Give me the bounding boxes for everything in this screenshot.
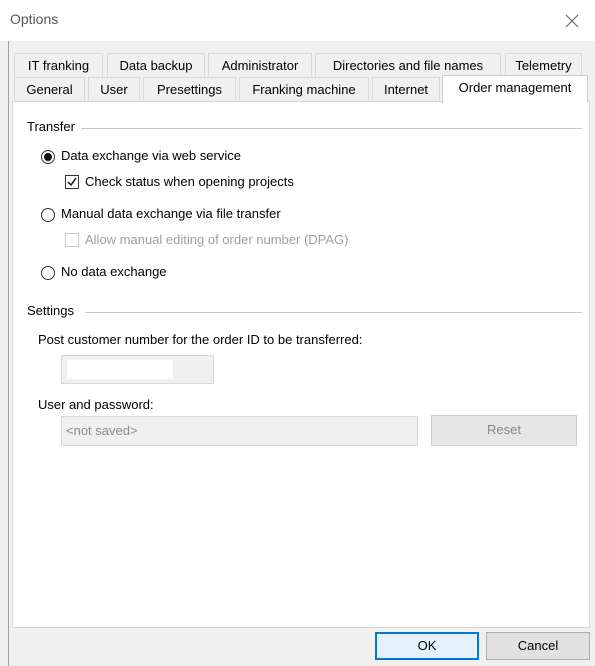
tab-label: Order management <box>458 80 572 95</box>
tab-label: Franking machine <box>252 82 356 97</box>
cancel-button[interactable]: Cancel <box>486 632 590 660</box>
transfer-group-label: Transfer <box>27 119 79 134</box>
check-status-label[interactable]: Check status when opening projects <box>85 174 294 189</box>
post-customer-number-value <box>67 360 173 379</box>
tab-order-management[interactable]: Order management <box>442 75 588 103</box>
tab-label: Presettings <box>156 82 223 97</box>
checkmark-icon <box>67 177 77 187</box>
reset-button[interactable]: Reset <box>431 415 577 446</box>
check-status-checkbox[interactable] <box>65 175 79 189</box>
ok-button[interactable]: OK <box>375 632 479 660</box>
tab-user[interactable]: User <box>88 77 140 101</box>
radio-selected-dot <box>44 153 52 161</box>
tab-directories[interactable]: Directories and file names <box>315 53 501 77</box>
tab-label: IT franking <box>27 58 90 73</box>
post-customer-label: Post customer number for the order ID to… <box>38 332 363 347</box>
tab-label: User <box>100 82 128 97</box>
allow-manual-edit-label: Allow manual editing of order number (DP… <box>85 232 349 247</box>
tab-label: General <box>26 82 73 97</box>
window-title: Options <box>10 11 59 27</box>
tab-general[interactable]: General <box>14 77 85 101</box>
tab-it-franking[interactable]: IT franking <box>14 53 103 77</box>
user-password-field[interactable]: <not saved> <box>61 416 418 446</box>
close-button[interactable] <box>549 0 595 41</box>
order-management-panel: Transfer Data exchange via web service C… <box>12 101 590 628</box>
user-password-label: User and password: <box>38 397 154 412</box>
radio-no-exchange[interactable] <box>41 266 55 280</box>
tab-franking-machine[interactable]: Franking machine <box>239 77 369 101</box>
radio-manual-transfer[interactable] <box>41 208 55 222</box>
tab-label: Directories and file names <box>332 58 484 73</box>
tab-label: Data backup <box>119 58 193 73</box>
window-edge <box>8 41 9 666</box>
title-bar: Options <box>0 0 595 41</box>
close-icon <box>565 14 579 27</box>
tab-internet[interactable]: Internet <box>372 77 440 101</box>
tab-telemetry[interactable]: Telemetry <box>505 53 582 77</box>
tab-label: Telemetry <box>515 58 572 73</box>
settings-group-label: Settings <box>27 303 78 318</box>
tab-label: Administrator <box>221 58 299 73</box>
tab-presettings[interactable]: Presettings <box>143 77 236 101</box>
radio-web-service[interactable] <box>41 150 55 164</box>
allow-manual-edit-checkbox[interactable] <box>65 233 79 247</box>
radio-no-exchange-label[interactable]: No data exchange <box>61 264 167 279</box>
options-dialog: Options IT franking Data backup Administ… <box>0 0 595 666</box>
settings-separator <box>85 312 582 313</box>
tab-label: Internet <box>383 82 429 97</box>
tab-administrator[interactable]: Administrator <box>208 53 312 77</box>
post-customer-number-field[interactable] <box>61 355 214 384</box>
transfer-separator <box>81 128 582 129</box>
tab-data-backup[interactable]: Data backup <box>107 53 205 77</box>
radio-manual-transfer-label[interactable]: Manual data exchange via file transfer <box>61 206 281 221</box>
radio-web-service-label[interactable]: Data exchange via web service <box>61 148 241 163</box>
